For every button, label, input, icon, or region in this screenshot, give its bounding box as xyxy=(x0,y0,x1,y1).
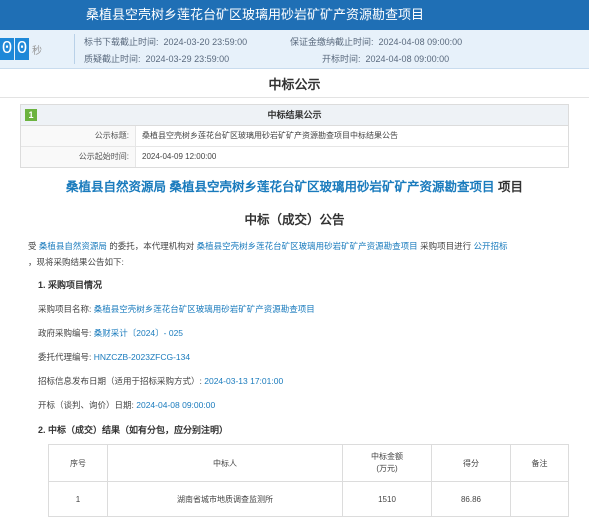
opening-date-line: 开标（谈判、询价）日期: 2024-04-08 09:00:00 xyxy=(38,400,216,410)
deposit-deadline: 保证金缴纳截止时间: 2024-04-08 09:00:00 xyxy=(290,37,463,47)
intro-paragraph: 受 桑植县自然资源局 的委托，本代理机构对 桑植县空壳树乡莲花台矿区玻璃用砂岩矿… xyxy=(28,241,508,267)
banner-title: 桑植县空壳树乡莲花台矿区玻璃用砂岩矿矿产资源勘查项目 xyxy=(86,7,425,22)
table-cell xyxy=(510,481,569,517)
panel-header: 1 中标结果公示 xyxy=(21,105,568,126)
agency-number-line: 委托代理编号: HNZCZB-2023ZFCG-134 xyxy=(38,352,191,362)
query-deadline: 质疑截止时间: 2024-03-29 23:59:00 xyxy=(84,54,230,64)
page-title: 中标公示 xyxy=(0,73,589,98)
procurement-number-line: 政府采购编号: 桑财采计〔2024〕- 025 xyxy=(38,328,184,338)
project-name-line: 采购项目名称: 桑植县空壳树乡莲花台矿区玻璃用砂岩矿矿产资源勘查项目 xyxy=(38,304,315,314)
table-cell: 湖南省城市地质调查监测所 xyxy=(107,481,343,517)
table-cell: 1510 xyxy=(342,481,432,517)
column-header: 中标人 xyxy=(107,444,343,482)
countdown-digit: 0 xyxy=(15,38,29,60)
countdown-bar: 0 0 秒 标书下载截止时间: 2024-03-20 23:59:00 保证金缴… xyxy=(0,30,589,69)
opening-time: 开标时间: 2024-04-08 09:00:00 xyxy=(322,54,450,64)
doc-title-project: 桑植县自然资源局 桑植县空壳树乡莲花台矿区玻璃用砂岩矿矿产资源勘查项目 xyxy=(66,180,495,194)
table-header-row: 序号 中标人 中标金额 (万元) 得分 备注 xyxy=(48,444,569,482)
countdown-unit: 秒 xyxy=(32,45,42,57)
column-header: 中标金额 (万元) xyxy=(342,444,432,482)
top-banner: 桑植县空壳树乡莲花台矿区玻璃用砂岩矿矿产资源勘查项目 xyxy=(0,0,589,30)
column-header: 得分 xyxy=(431,444,511,482)
info-row-start-time: 公示起始时间: 2024-04-09 12:00:00 xyxy=(21,147,568,167)
info-row-title: 公示标题: 桑植县空壳树乡莲花台矿区玻璃用砂岩矿矿产资源勘查项目中标结果公告 xyxy=(21,126,568,147)
doc-subtitle: 中标（成交）公告 xyxy=(244,213,345,227)
panel-title: 中标结果公示 xyxy=(267,110,322,120)
result-table: 序号 中标人 中标金额 (万元) 得分 备注 1 湖南省城市地质调查监测所 15… xyxy=(48,444,569,517)
countdown-digit: 0 xyxy=(0,38,14,60)
table-cell: 1 xyxy=(48,481,108,517)
column-header: 序号 xyxy=(48,444,108,482)
doc-title: 桑植县自然资源局 桑植县空壳树乡莲花台矿区玻璃用砂岩矿矿产资源勘查项目 项目 xyxy=(0,176,589,195)
section-badge: 1 xyxy=(25,109,37,121)
method-link[interactable]: 公开招标 xyxy=(473,241,507,251)
table-row: 1 湖南省城市地质调查监测所 1510 86.86 xyxy=(48,481,569,517)
countdown: 0 0 秒 xyxy=(0,38,42,60)
result-panel: 1 中标结果公示 公示标题: 桑植县空壳树乡莲花台矿区玻璃用砂岩矿矿产资源勘查项… xyxy=(20,104,569,168)
section-heading-2: 2. 中标（成交）结果（如有分包，应分别注明） xyxy=(38,425,229,435)
doc-title-suffix: 项目 xyxy=(497,180,523,194)
column-header: 备注 xyxy=(510,444,569,482)
download-deadline: 标书下载截止时间: 2024-03-20 23:59:00 xyxy=(84,37,248,47)
publish-date-line: 招标信息发布日期（适用于招标采购方式）: 2024-03-13 17:01:00 xyxy=(38,376,284,386)
project-link[interactable]: 桑植县空壳树乡莲花台矿区玻璃用砂岩矿矿产资源勘查项目 xyxy=(197,241,418,251)
section-heading-1: 1. 采购项目情况 xyxy=(38,280,103,290)
table-cell: 86.86 xyxy=(431,481,511,517)
purchaser-link[interactable]: 桑植县自然资源局 xyxy=(39,241,107,251)
divider xyxy=(74,34,75,64)
